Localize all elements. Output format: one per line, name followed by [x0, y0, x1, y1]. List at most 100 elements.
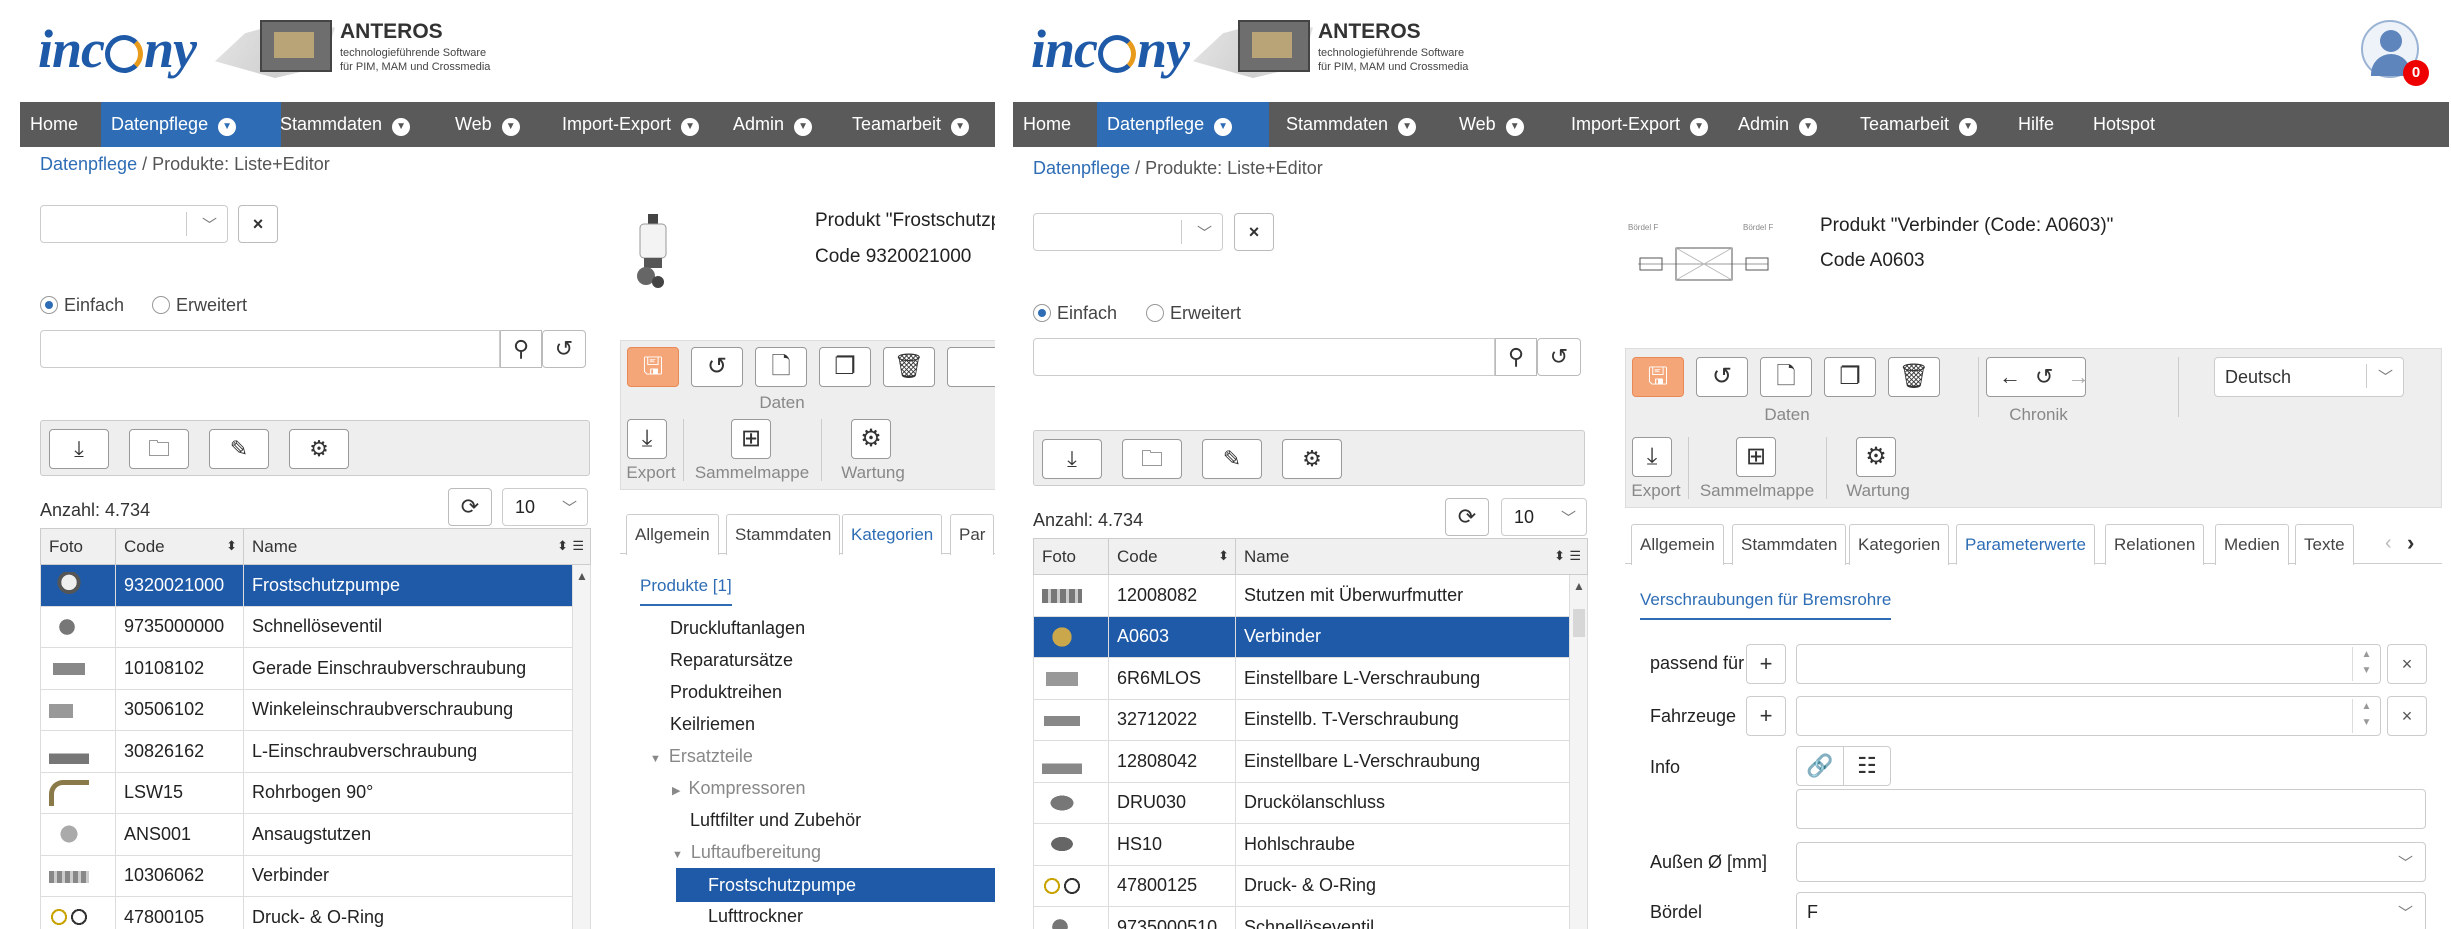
menu-datenpflege[interactable]: Datenpflege ▼	[1097, 102, 1269, 147]
subtab-verschraubungen[interactable]: Verschraubungen für Bremsrohre	[1640, 590, 1892, 620]
spinner-icon[interactable]: ▲ ▼	[2352, 699, 2380, 733]
info-input[interactable]	[1796, 789, 2426, 829]
menu-admin[interactable]: Admin ▼	[1728, 102, 1827, 147]
tab-kategorien[interactable]: Kategorien	[1849, 524, 1950, 565]
menu-stammdaten[interactable]: Stammdaten ▼	[270, 102, 420, 147]
delete-button[interactable]: 🗑	[1888, 357, 1940, 397]
menu-home[interactable]: Home	[20, 102, 88, 147]
clear-passend-button[interactable]: ×	[2387, 644, 2427, 684]
sammelmappe-button[interactable]: ⊞	[1736, 437, 1776, 477]
subtab-produkte[interactable]: Produkte [1]	[640, 576, 732, 606]
save-button[interactable]: 🖫	[627, 347, 679, 387]
tree-item[interactable]: Druckluftanlagen	[670, 618, 805, 639]
reset-search-button[interactable]: ↺	[1537, 338, 1581, 376]
boerdel-select[interactable]: F ﹀	[1796, 892, 2426, 929]
clear-filter-button[interactable]: ×	[238, 205, 278, 243]
chevron-right-icon[interactable]: ›	[2407, 530, 2414, 556]
history-back-button[interactable]	[947, 347, 995, 387]
aussen-select[interactable]: ﹀	[1796, 842, 2426, 882]
page-size-select[interactable]: 10 ﹀	[502, 488, 588, 526]
tree-item-ersatzteile[interactable]: ▼ Ersatzteile	[650, 746, 753, 767]
edit-button[interactable]: ✎	[209, 429, 269, 469]
incony-logo[interactable]: inc ny	[1031, 18, 1190, 80]
search-button[interactable]: ⚲	[1495, 338, 1537, 376]
table-scrollbar[interactable]: ▲	[572, 565, 590, 929]
arrow-right-icon[interactable]: →	[2067, 364, 2103, 389]
clear-filter-button[interactable]: ×	[1234, 213, 1274, 251]
table-row[interactable]: 12008082 Stutzen mit Überwurfmutter	[1033, 574, 1588, 617]
save-button[interactable]: 🖫	[1632, 357, 1684, 397]
open-folder-button[interactable]: 🗀	[1122, 439, 1182, 479]
radio-extended[interactable]: Erweitert	[152, 295, 247, 316]
filter-select[interactable]: ﹀	[1033, 213, 1223, 251]
col-foto[interactable]: Foto	[40, 528, 116, 565]
wartung-button[interactable]: ⚙	[1856, 437, 1896, 477]
menu-web[interactable]: Web ▼	[1449, 102, 1534, 147]
new-button[interactable]: 🗋	[1760, 357, 1812, 397]
col-name[interactable]: Name ⬍ ☰	[243, 528, 591, 565]
menu-admin[interactable]: Admin ▼	[723, 102, 822, 147]
arrow-left-icon[interactable]: ←	[1999, 364, 2035, 389]
tree-item[interactable]: Lufttrockner	[708, 906, 803, 927]
refresh-button[interactable]: ⟳	[1445, 498, 1489, 536]
menu-home[interactable]: Home	[1013, 102, 1081, 147]
settings-button[interactable]: ⚙	[289, 429, 349, 469]
add-passend-button[interactable]: +	[1746, 644, 1786, 684]
table-row[interactable]: 30506102 Winkeleinschraubverschraubung	[40, 688, 591, 731]
copy-button[interactable]: ❐	[819, 347, 871, 387]
table-row[interactable]: A0603 Verbinder	[1033, 615, 1588, 658]
search-input[interactable]	[1033, 338, 1495, 376]
table-row[interactable]: 30826162 L-Einschraubverschraubung	[40, 730, 591, 773]
radio-simple[interactable]: Einfach	[40, 295, 124, 316]
tree-item-luftaufbereitung[interactable]: ▼ Luftaufbereitung	[672, 842, 821, 863]
radio-simple[interactable]: Einfach	[1033, 303, 1117, 324]
tab-kategorien[interactable]: Kategorien	[842, 514, 943, 555]
edit-button[interactable]: ✎	[1202, 439, 1262, 479]
new-button[interactable]: 🗋	[755, 347, 807, 387]
col-name[interactable]: Name ⬍ ☰	[1235, 538, 1588, 575]
tree-item[interactable]: Reparatursätze	[670, 650, 793, 671]
search-input[interactable]	[40, 330, 500, 368]
history-icon[interactable]: ↺	[2035, 364, 2067, 389]
table-row[interactable]: LSW15 Rohrbogen 90°	[40, 771, 591, 814]
sammelmappe-button[interactable]: ⊞	[731, 419, 771, 459]
wartung-button[interactable]: ⚙	[851, 419, 891, 459]
breadcrumb-link[interactable]: Datenpflege	[1033, 158, 1130, 178]
chevron-left-icon[interactable]: ‹	[2385, 532, 2392, 555]
passend-input[interactable]: ▲ ▼	[1796, 644, 2381, 684]
table-row[interactable]: 32712022 Einstellb. T-Verschraubung	[1033, 698, 1588, 741]
tab-stammdaten[interactable]: Stammdaten	[1732, 524, 1847, 565]
clear-fahrzeuge-button[interactable]: ×	[2387, 696, 2427, 736]
tree-item[interactable]: Keilriemen	[670, 714, 755, 735]
menu-import-export[interactable]: Import-Export ▼	[552, 102, 709, 147]
link-button[interactable]: 🔗	[1796, 746, 1844, 786]
table-row[interactable]: ANS001 Ansaugstutzen	[40, 813, 591, 856]
open-folder-button[interactable]: 🗀	[129, 429, 189, 469]
table-row[interactable]: HS10 Hohlschraube	[1033, 823, 1588, 866]
settings-button[interactable]: ⚙	[1282, 439, 1342, 479]
tab-parameterwerte[interactable]: Parameterwerte	[1956, 524, 2095, 565]
menu-hotspot[interactable]: Hotspot	[2083, 102, 2165, 147]
table-row[interactable]: 47800125 Druck- & O-Ring	[1033, 864, 1588, 907]
tab-allgemein[interactable]: Allgemein	[626, 514, 719, 555]
table-row[interactable]: 9320021000 Frostschutzpumpe	[40, 564, 591, 607]
menu-web[interactable]: Web ▼	[445, 102, 530, 147]
spinner-icon[interactable]: ▲ ▼	[2352, 647, 2380, 681]
col-code[interactable]: Code ⬍	[1108, 538, 1236, 575]
page-size-select[interactable]: 10 ﹀	[1501, 498, 1587, 536]
menu-hilfe[interactable]: Hilfe	[2008, 102, 2064, 147]
col-code[interactable]: Code ⬍	[115, 528, 244, 565]
radio-extended[interactable]: Erweitert	[1146, 303, 1241, 324]
search-button[interactable]: ⚲	[500, 330, 542, 368]
menu-icon[interactable]: ☰	[1569, 548, 1581, 564]
breadcrumb-link[interactable]: Datenpflege	[40, 154, 137, 174]
tree-item[interactable]: Produktreihen	[670, 682, 782, 703]
reset-search-button[interactable]: ↺	[542, 330, 586, 368]
menu-icon[interactable]: ☰	[572, 538, 584, 554]
copy-button[interactable]: ❐	[1824, 357, 1876, 397]
undo-button[interactable]: ↺	[1696, 357, 1748, 397]
history-nav[interactable]: ←↺→	[1986, 357, 2089, 397]
table-row[interactable]: 10306062 Verbinder	[40, 854, 591, 897]
menu-teamarbeit[interactable]: Teamarbeit ▼	[842, 102, 979, 147]
tab-relationen[interactable]: Relationen	[2105, 524, 2205, 565]
